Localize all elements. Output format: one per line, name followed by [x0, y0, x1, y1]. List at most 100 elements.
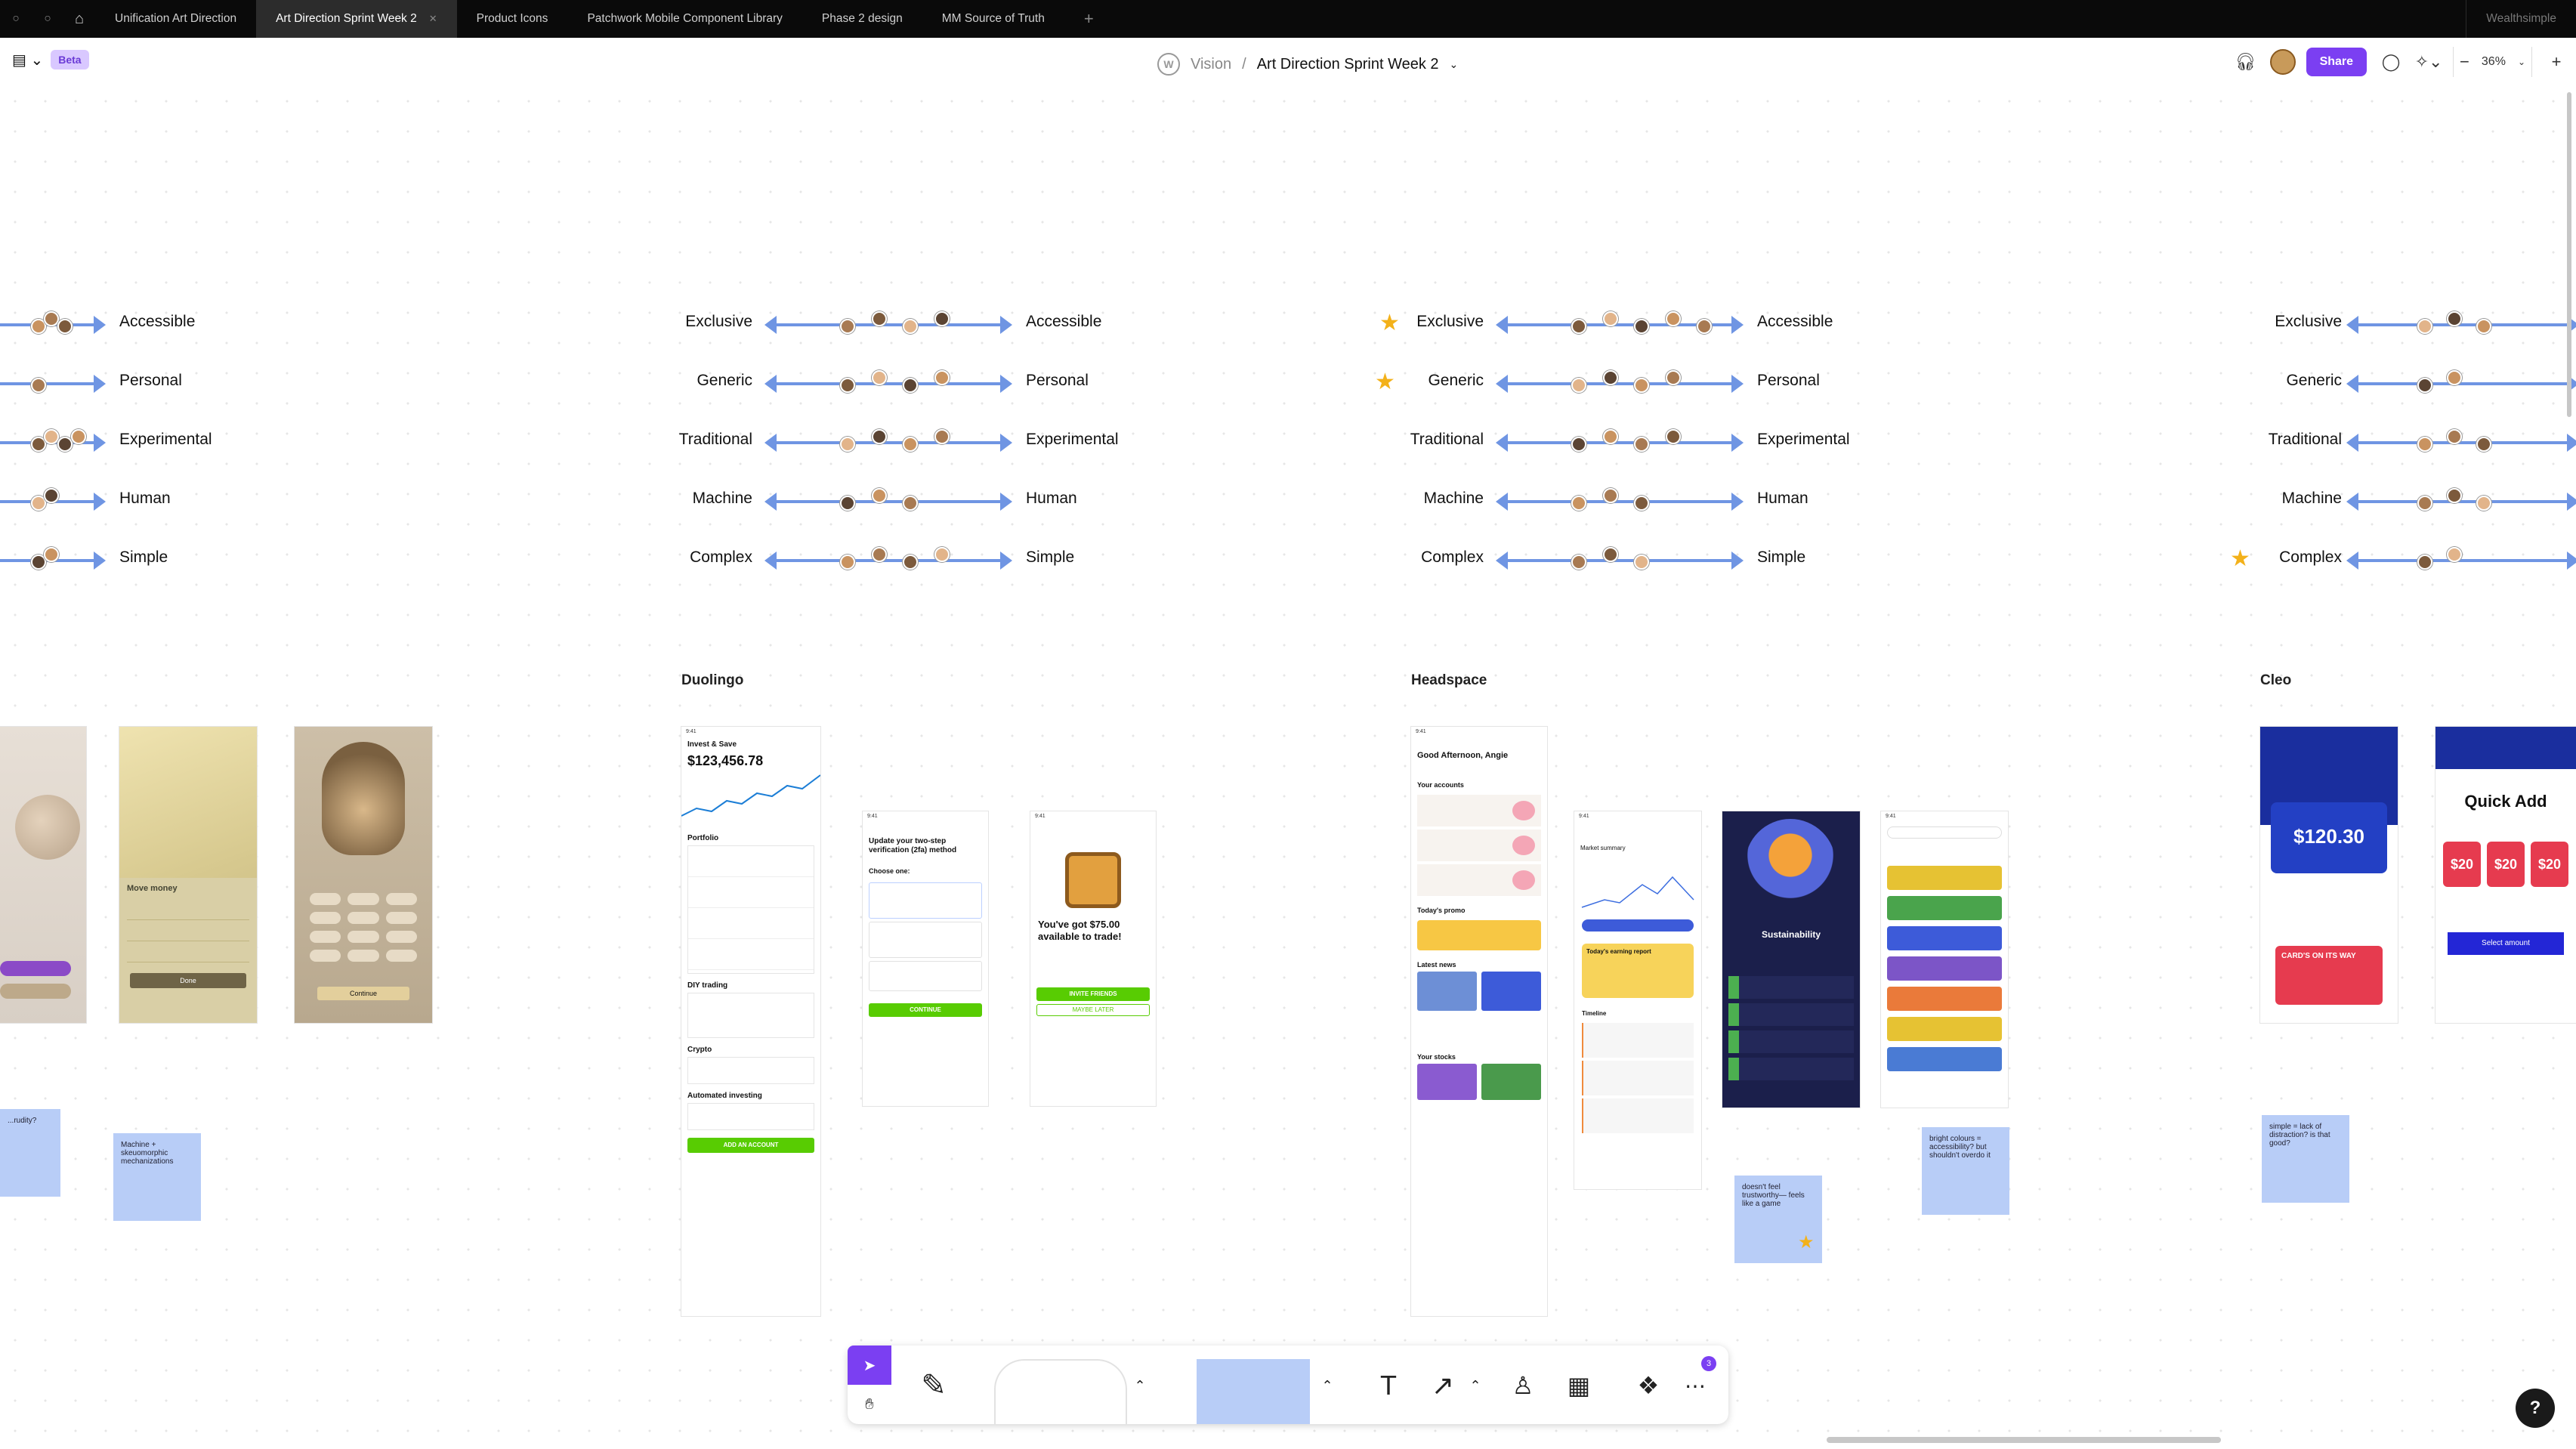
voter-avatar[interactable] — [903, 319, 919, 334]
voter-avatar[interactable] — [1602, 311, 1618, 326]
list-item[interactable] — [127, 944, 249, 962]
home-icon[interactable]: ⌂ — [63, 0, 95, 38]
add-tab-button[interactable]: + — [1064, 9, 1113, 29]
shape-tool[interactable] — [994, 1359, 1127, 1424]
keypad-key[interactable] — [310, 912, 341, 924]
screen-frame-keypad[interactable]: Continue — [295, 727, 432, 1023]
voter-avatar[interactable] — [1602, 370, 1618, 385]
comment-icon[interactable]: ◯ — [2377, 48, 2405, 76]
amount-chip[interactable]: $20 — [2443, 842, 2481, 887]
account-card[interactable] — [1417, 830, 1541, 861]
workspace-name[interactable]: Wealthsimple — [2466, 0, 2576, 38]
zoom-level[interactable]: 36% — [2482, 55, 2506, 69]
tab-2[interactable]: Product Icons — [457, 0, 568, 38]
chevron-down-icon[interactable]: ⌄ — [1450, 58, 1459, 71]
list-item[interactable] — [127, 923, 249, 941]
chevron-up-icon[interactable]: ⌃ — [1464, 1359, 1487, 1412]
voter-avatar[interactable] — [2417, 378, 2432, 393]
voter-avatar[interactable] — [840, 378, 855, 393]
keypad-key[interactable] — [310, 931, 341, 943]
spectrum-arrow[interactable] — [2346, 551, 2576, 570]
spectrum-arrow[interactable] — [764, 551, 1012, 570]
voter-avatar[interactable] — [934, 547, 950, 562]
spectrum-arrow[interactable] — [764, 434, 1012, 452]
voter-avatar[interactable] — [840, 319, 855, 334]
voter-avatar[interactable] — [2476, 319, 2491, 334]
voter-avatar[interactable] — [871, 547, 887, 562]
voter-avatar[interactable] — [1665, 370, 1681, 385]
voter-avatar[interactable] — [840, 555, 855, 570]
spectrum-arrow[interactable] — [1496, 493, 1744, 511]
screen-frame-sustainability[interactable]: Sustainability — [1722, 811, 1860, 1108]
avatar[interactable] — [2269, 49, 2296, 75]
voter-avatar[interactable] — [934, 429, 950, 444]
keypad-key[interactable] — [385, 950, 417, 962]
keypad-key[interactable] — [385, 893, 417, 905]
screen-frame[interactable] — [0, 727, 86, 1023]
keypad-key[interactable] — [347, 950, 379, 962]
hand-icon[interactable]: ✋︎ — [848, 1385, 891, 1424]
option-card[interactable] — [869, 922, 982, 958]
horizontal-scrollbar[interactable] — [1827, 1437, 2221, 1443]
spectrum-arrow[interactable] — [1496, 375, 1744, 393]
voter-avatar[interactable] — [57, 437, 73, 452]
voter-avatar[interactable] — [871, 488, 887, 503]
sparkle-icon[interactable]: ✧⌄ — [2415, 48, 2443, 76]
confirm-button[interactable]: Continue — [317, 987, 409, 1000]
voter-avatar[interactable] — [903, 555, 919, 570]
amount-chip[interactable]: $20 — [2531, 842, 2568, 887]
screen-frame-reward[interactable]: 9:41 You've got $75.00 available to trad… — [1030, 811, 1156, 1106]
screen-frame-themes[interactable]: 9:41 — [1881, 811, 2008, 1108]
voter-avatar[interactable] — [1571, 555, 1586, 570]
screen-frame-invest[interactable]: 9:41 Invest & Save $123,456.78 Portfolio… — [681, 727, 820, 1316]
spectrum-arrow[interactable] — [764, 375, 1012, 393]
news-card[interactable] — [1481, 972, 1541, 1011]
done-button[interactable]: Done — [130, 973, 246, 988]
spectrum-arrow[interactable] — [0, 375, 106, 393]
voter-avatar[interactable] — [1634, 555, 1650, 570]
screen-frame-cash[interactable]: $120.30 CARD'S ON ITS WAY — [2260, 727, 2398, 1023]
tab-1[interactable]: Art Direction Sprint Week 2 ✕ — [256, 0, 457, 38]
sticky-note[interactable]: ...rudity? — [0, 1109, 60, 1197]
spectrum-arrow[interactable] — [1496, 434, 1744, 452]
voter-avatar[interactable] — [840, 496, 855, 511]
voter-avatar[interactable] — [1634, 496, 1650, 511]
pen-icon[interactable]: ✎ — [911, 1359, 956, 1412]
voter-avatar[interactable] — [903, 378, 919, 393]
list-item[interactable] — [127, 902, 249, 920]
component-icon[interactable]: ❖ — [1627, 1359, 1669, 1412]
spectrum-arrow[interactable] — [2346, 316, 2576, 334]
voter-avatar[interactable] — [934, 311, 950, 326]
tab-3[interactable]: Patchwork Mobile Component Library — [567, 0, 802, 38]
spectrum-arrow[interactable] — [764, 316, 1012, 334]
theme-card[interactable] — [1887, 1047, 2002, 1071]
voter-avatar[interactable] — [2447, 547, 2462, 562]
report-card[interactable]: Today's earning report — [1582, 944, 1694, 998]
headphones-icon[interactable]: 🎧︎ — [2232, 48, 2259, 76]
stock-card[interactable] — [1417, 1064, 1477, 1100]
voter-avatar[interactable] — [2476, 496, 2491, 511]
spectrum-arrow[interactable] — [764, 493, 1012, 511]
keypad-key[interactable] — [347, 893, 379, 905]
list-item[interactable] — [1728, 976, 1854, 999]
spectrum-arrow[interactable] — [1496, 551, 1744, 570]
spectrum-arrow[interactable] — [2346, 493, 2576, 511]
theme-card[interactable] — [1887, 926, 2002, 950]
voter-avatar[interactable] — [2447, 429, 2462, 444]
voter-avatar[interactable] — [871, 370, 887, 385]
sticky-note[interactable]: doesn't feel trustworthy— feels like a g… — [1734, 1176, 1822, 1263]
keypad-key[interactable] — [347, 931, 379, 943]
screen-frame-quick-add[interactable]: Quick Add $20 $20 $20 Select amount — [2435, 727, 2576, 1023]
option-card[interactable] — [869, 961, 982, 991]
vertical-scrollbar[interactable] — [2567, 92, 2571, 417]
account-card[interactable] — [1417, 795, 1541, 826]
option-card[interactable] — [869, 882, 982, 919]
voter-avatar[interactable] — [1571, 319, 1586, 334]
voter-avatar[interactable] — [2417, 496, 2432, 511]
voter-avatar[interactable] — [840, 437, 855, 452]
voter-avatar[interactable] — [1634, 378, 1650, 393]
list-item[interactable] — [1728, 1003, 1854, 1026]
keypad-key[interactable] — [347, 912, 379, 924]
spectrum-arrow[interactable] — [2346, 375, 2576, 393]
maybe-later-button[interactable]: MAYBE LATER — [1036, 1003, 1150, 1016]
